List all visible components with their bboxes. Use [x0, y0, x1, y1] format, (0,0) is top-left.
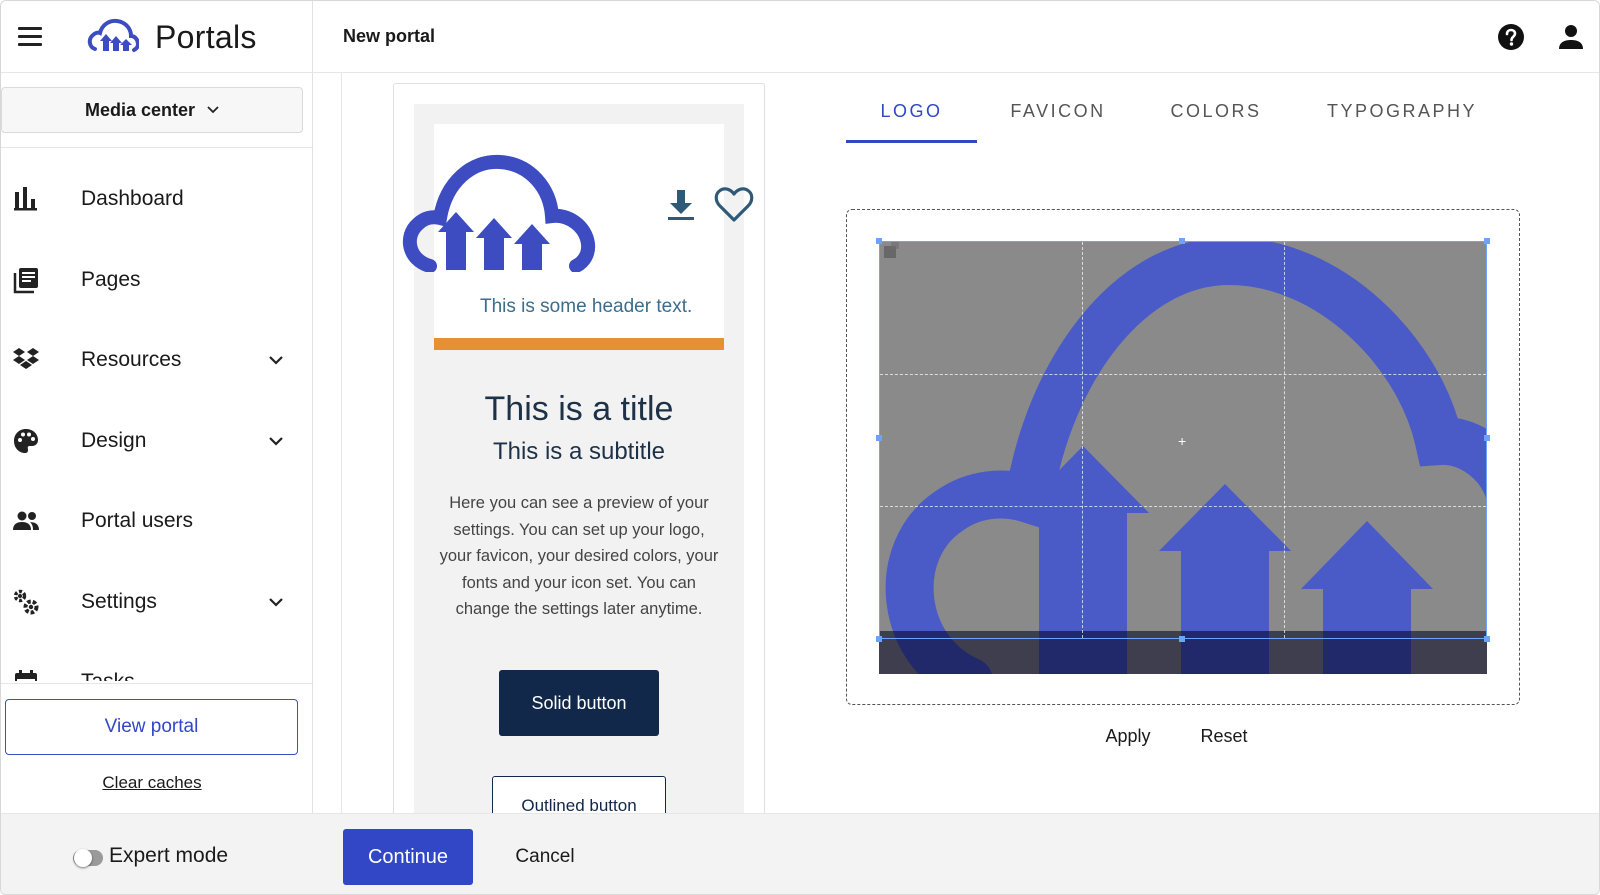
chevron-down-icon [267, 593, 285, 611]
preview-title: This is a title [484, 390, 674, 428]
design-tabs: LOGO FAVICON COLORS TYPOGRAPHY [846, 93, 1516, 143]
sidebar-nav: Dashboard Pages Resources Design Portal … [1, 159, 313, 681]
crop-grid-line [880, 505, 1486, 507]
tab-typography[interactable]: TYPOGRAPHY [1312, 93, 1492, 143]
sidebar-item-pages[interactable]: Pages [1, 240, 313, 321]
crop-handle-e[interactable] [1484, 435, 1490, 441]
chevron-down-icon [267, 432, 285, 450]
crop-selection-box[interactable]: + [876, 238, 1490, 642]
tab-favicon[interactable]: FAVICON [996, 93, 1120, 143]
view-portal-button[interactable]: View portal [5, 699, 298, 755]
crop-handle-se[interactable] [1484, 636, 1490, 642]
crop-handle-nw[interactable] [876, 238, 882, 244]
sidebar-item-label: Pages [81, 267, 141, 291]
crop-grid-line [1081, 242, 1083, 638]
tab-logo[interactable]: LOGO [846, 93, 977, 143]
sidebar-item-tasks[interactable]: Tasks [1, 642, 313, 681]
sidebar-item-resources[interactable]: Resources [1, 320, 313, 401]
crop-handle-n[interactable] [1179, 238, 1185, 244]
sidebar-item-label: Dashboard [81, 187, 184, 211]
preview-subtitle: This is a subtitle [492, 438, 666, 465]
crop-handle-s[interactable] [1179, 636, 1185, 642]
expert-mode-toggle[interactable] [73, 849, 103, 867]
sidebar-item-label: Settings [81, 589, 157, 613]
sidebar-item-settings[interactable]: Settings [1, 562, 313, 643]
pages-icon [12, 266, 40, 294]
calendar-icon [12, 668, 40, 681]
crop-center-marker: + [1178, 433, 1187, 449]
crop-grid-line [880, 373, 1486, 375]
sidebar-item-portal-users[interactable]: Portal users [1, 481, 313, 562]
top-bar: New portal [313, 1, 1599, 73]
sidebar-item-label: Resources [81, 348, 182, 372]
cloud-upload-logo-icon [87, 18, 139, 52]
sidebar-item-label: Tasks [81, 670, 135, 681]
people-icon [12, 507, 40, 535]
preview-header: This is some header text. [403, 124, 754, 350]
crop-handle-ne[interactable] [1484, 238, 1490, 244]
account-icon[interactable] [1557, 23, 1585, 51]
crop-grid-line [1283, 242, 1285, 638]
preview-solid-button[interactable]: Solid button [499, 670, 659, 736]
preview-header-text: This is some header text. [480, 296, 693, 317]
clear-caches-link[interactable]: Clear caches [1, 773, 303, 793]
sidebar-item-label: Portal users [81, 509, 194, 533]
sidebar-item-label: Design [81, 428, 147, 452]
divider [341, 73, 342, 813]
continue-button[interactable]: Continue [343, 829, 473, 885]
reset-button[interactable]: Reset [1179, 721, 1269, 751]
help-circle-icon[interactable] [1497, 23, 1525, 51]
sidebar-item-dashboard[interactable]: Dashboard [1, 159, 313, 240]
portal-preview-card: This is some header text. This is a titl… [393, 83, 765, 823]
app-window: Portals Media center Dashboard Pages Res… [0, 0, 1600, 895]
heart-icon[interactable] [714, 186, 754, 224]
preview-canvas: This is some header text. This is a titl… [403, 104, 754, 822]
divider [1, 683, 313, 684]
cancel-button[interactable]: Cancel [495, 829, 595, 885]
logo-crop-area: + [846, 209, 1520, 705]
sidebar-item-design[interactable]: Design [1, 401, 313, 482]
crop-handle-sw[interactable] [876, 636, 882, 642]
brand-bar: Portals [1, 1, 313, 73]
dropbox-icon [12, 346, 40, 374]
page-title: New portal [343, 26, 436, 46]
download-icon[interactable] [664, 188, 698, 222]
sidebar: Portals Media center Dashboard Pages Res… [1, 1, 313, 894]
crop-handle-w[interactable] [876, 435, 882, 441]
toggle-knob [74, 849, 92, 867]
preview-body-text: Here you can see a preview of your setti… [439, 494, 719, 618]
divider [1, 147, 313, 148]
preview-accent-bar [434, 338, 724, 350]
gears-icon [12, 588, 40, 616]
chevron-down-icon [267, 351, 285, 369]
cloud-upload-logo-icon [403, 154, 596, 272]
expert-mode-label: Expert mode [109, 844, 229, 867]
bar-chart-icon [12, 185, 40, 213]
hamburger-menu-icon[interactable] [18, 27, 42, 47]
app-name: Portals [155, 19, 257, 55]
chevron-down-icon [207, 103, 219, 117]
palette-icon [12, 427, 40, 455]
workspace-label: Media center [84, 99, 196, 120]
action-footer: Continue Cancel [313, 813, 1599, 894]
workspace-selector[interactable]: Media center [1, 87, 303, 133]
expert-mode-panel: Expert mode [1, 814, 313, 894]
apply-button[interactable]: Apply [1083, 721, 1173, 751]
main-content: This is some header text. This is a titl… [313, 73, 1599, 823]
tab-colors[interactable]: COLORS [1156, 93, 1276, 143]
